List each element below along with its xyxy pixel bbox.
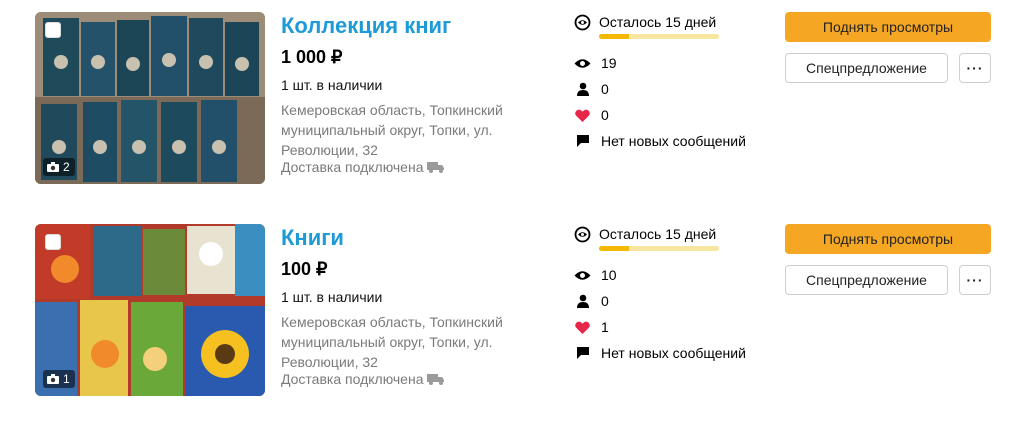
timer-eye-icon	[574, 226, 591, 242]
listing-checkbox[interactable]	[45, 234, 61, 250]
views-stat: 19	[574, 54, 617, 72]
contacts-stat: 0	[574, 292, 609, 310]
contacts-stat: 0	[574, 80, 609, 98]
listing-photo[interactable]: 2	[35, 12, 265, 184]
views-count: 19	[601, 55, 617, 71]
days-progress-bar	[599, 34, 719, 39]
message-icon	[576, 135, 589, 147]
views-stat: 10	[574, 266, 617, 284]
listing-address: Кемеровская область, Топкинский муниципа…	[281, 102, 503, 158]
delivery-status: Доставка подключена	[281, 370, 445, 388]
special-offer-button[interactable]: Спецпредложение	[785, 265, 948, 295]
person-icon	[576, 294, 589, 308]
days-remaining: Осталось 15 дней	[574, 224, 719, 251]
message-icon	[576, 347, 589, 359]
delivery-label: Доставка подключена	[281, 159, 424, 175]
days-progress-fill	[599, 246, 629, 251]
days-remaining-label: Осталось 15 дней	[599, 226, 717, 242]
photo-count-badge: 1	[43, 370, 75, 388]
favorites-count: 1	[601, 319, 609, 335]
heart-icon	[575, 109, 590, 122]
messages-status: Нет новых сообщений	[601, 345, 746, 361]
listing-photo[interactable]: 1	[35, 224, 265, 396]
listing-card: 2 Коллекция книг 1 000 ₽ 1 шт. в наличии…	[0, 12, 1021, 184]
favorites-stat: 1	[574, 318, 609, 336]
listing-checkbox[interactable]	[45, 22, 61, 38]
raise-views-button[interactable]: Поднять просмотры	[785, 224, 991, 254]
listing-stock: 1 шт. в наличии	[281, 289, 383, 305]
timer-eye-icon	[574, 14, 591, 30]
listing-price: 100 ₽	[281, 259, 328, 279]
raise-views-button[interactable]: Поднять просмотры	[785, 12, 991, 42]
heart-icon	[575, 321, 590, 334]
messages-stat: Нет новых сообщений	[574, 132, 746, 150]
truck-icon	[427, 374, 445, 385]
contacts-count: 0	[601, 81, 609, 97]
photo-count-badge: 2	[43, 158, 75, 176]
delivery-status: Доставка подключена	[281, 158, 445, 176]
special-offer-button[interactable]: Спецпредложение	[785, 53, 948, 83]
favorites-stat: 0	[574, 106, 609, 124]
listing-title[interactable]: Коллекция книг	[281, 12, 451, 40]
more-options-button[interactable]: ···	[959, 265, 991, 295]
listing-title[interactable]: Книги	[281, 224, 344, 252]
more-options-button[interactable]: ···	[959, 53, 991, 83]
days-progress-bar	[599, 246, 719, 251]
truck-icon	[427, 162, 445, 173]
favorites-count: 0	[601, 107, 609, 123]
camera-icon	[47, 162, 59, 172]
listing-stock: 1 шт. в наличии	[281, 77, 383, 93]
camera-icon	[47, 374, 59, 384]
delivery-label: Доставка подключена	[281, 371, 424, 387]
days-remaining-label: Осталось 15 дней	[599, 14, 717, 30]
days-remaining: Осталось 15 дней	[574, 12, 719, 39]
photo-count-value: 1	[63, 372, 70, 386]
eye-icon	[574, 58, 591, 68]
views-count: 10	[601, 267, 617, 283]
eye-icon	[574, 270, 591, 280]
photo-count-value: 2	[63, 160, 70, 174]
messages-status: Нет новых сообщений	[601, 133, 746, 149]
listing-card: 1 Книги 100 ₽ 1 шт. в наличии Кемеровска…	[0, 224, 1021, 396]
contacts-count: 0	[601, 293, 609, 309]
listing-address: Кемеровская область, Топкинский муниципа…	[281, 314, 503, 370]
listing-price: 1 000 ₽	[281, 47, 343, 67]
days-progress-fill	[599, 34, 629, 39]
messages-stat: Нет новых сообщений	[574, 344, 746, 362]
person-icon	[576, 82, 589, 96]
